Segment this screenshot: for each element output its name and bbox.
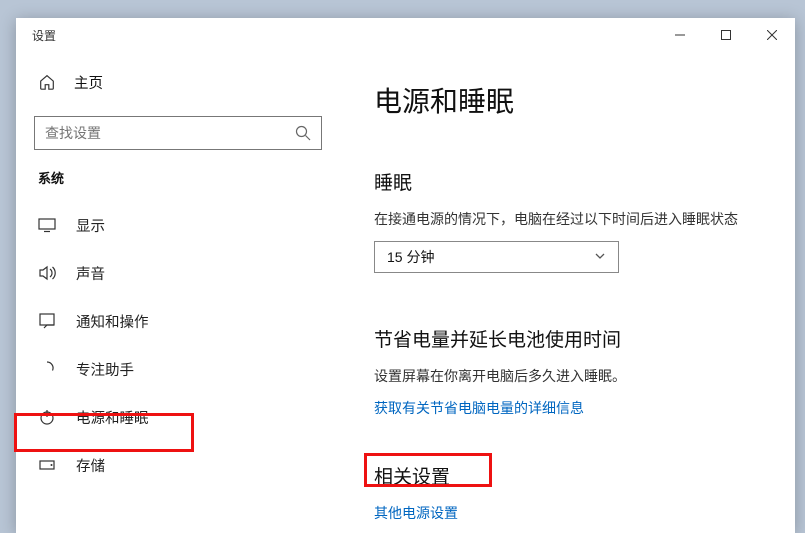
maximize-icon [721,30,731,40]
home-button[interactable]: 主页 [34,62,322,102]
sleep-heading: 睡眠 [374,168,765,195]
sidebar-category: 系统 [34,168,322,187]
minimize-button[interactable] [657,20,703,50]
home-icon [38,73,56,91]
search-input[interactable] [34,116,322,150]
close-button[interactable] [749,20,795,50]
settings-window: 设置 主页 系统 [16,18,795,533]
sleep-desc: 在接通电源的情况下，电脑在经过以下时间后进入睡眠状态 [374,209,765,229]
sidebar-item-focus[interactable]: 专注助手 [34,345,322,393]
nav-list: 显示 声音 通知和操作 专注助手 电源和睡眠 [34,201,322,489]
sidebar-item-label: 存储 [76,455,105,476]
sleep-timeout-select[interactable]: 15 分钟 [374,241,619,273]
select-value: 15 分钟 [387,247,434,267]
main-area: 主页 系统 显示 声音 通知和操作 [16,52,795,533]
close-icon [767,30,777,40]
page-title: 电源和睡眠 [374,80,765,120]
save-power-heading: 节省电量并延长电池使用时间 [374,325,765,352]
home-label: 主页 [74,72,103,93]
sidebar-item-storage[interactable]: 存储 [34,441,322,489]
related-link-other-power[interactable]: 其他电源设置 [374,503,765,523]
search-icon [295,125,311,141]
display-icon [38,216,56,234]
save-power-link[interactable]: 获取有关节省电脑电量的详细信息 [374,398,765,418]
sidebar-item-sound[interactable]: 声音 [34,249,322,297]
chevron-down-icon [594,249,606,265]
sidebar-item-display[interactable]: 显示 [34,201,322,249]
sidebar: 主页 系统 显示 声音 通知和操作 [16,52,336,533]
focus-icon [38,360,56,378]
minimize-icon [675,30,685,40]
sidebar-item-notifications[interactable]: 通知和操作 [34,297,322,345]
sidebar-item-power[interactable]: 电源和睡眠 [34,393,322,441]
related-heading: 相关设置 [374,462,765,489]
notifications-icon [38,312,56,330]
sidebar-item-label: 声音 [76,263,105,284]
sound-icon [38,264,56,282]
window-title: 设置 [32,27,657,44]
search-field[interactable] [45,125,295,141]
storage-icon [38,456,56,474]
save-power-desc: 设置屏幕在你离开电脑后多久进入睡眠。 [374,366,765,386]
sidebar-item-label: 电源和睡眠 [76,407,149,428]
sidebar-item-label: 专注助手 [76,359,134,380]
content-pane: 电源和睡眠 睡眠 在接通电源的情况下，电脑在经过以下时间后进入睡眠状态 15 分… [336,52,795,533]
sidebar-item-label: 显示 [76,215,105,236]
maximize-button[interactable] [703,20,749,50]
sidebar-item-label: 通知和操作 [76,311,149,332]
power-icon [38,408,56,426]
titlebar: 设置 [16,18,795,52]
